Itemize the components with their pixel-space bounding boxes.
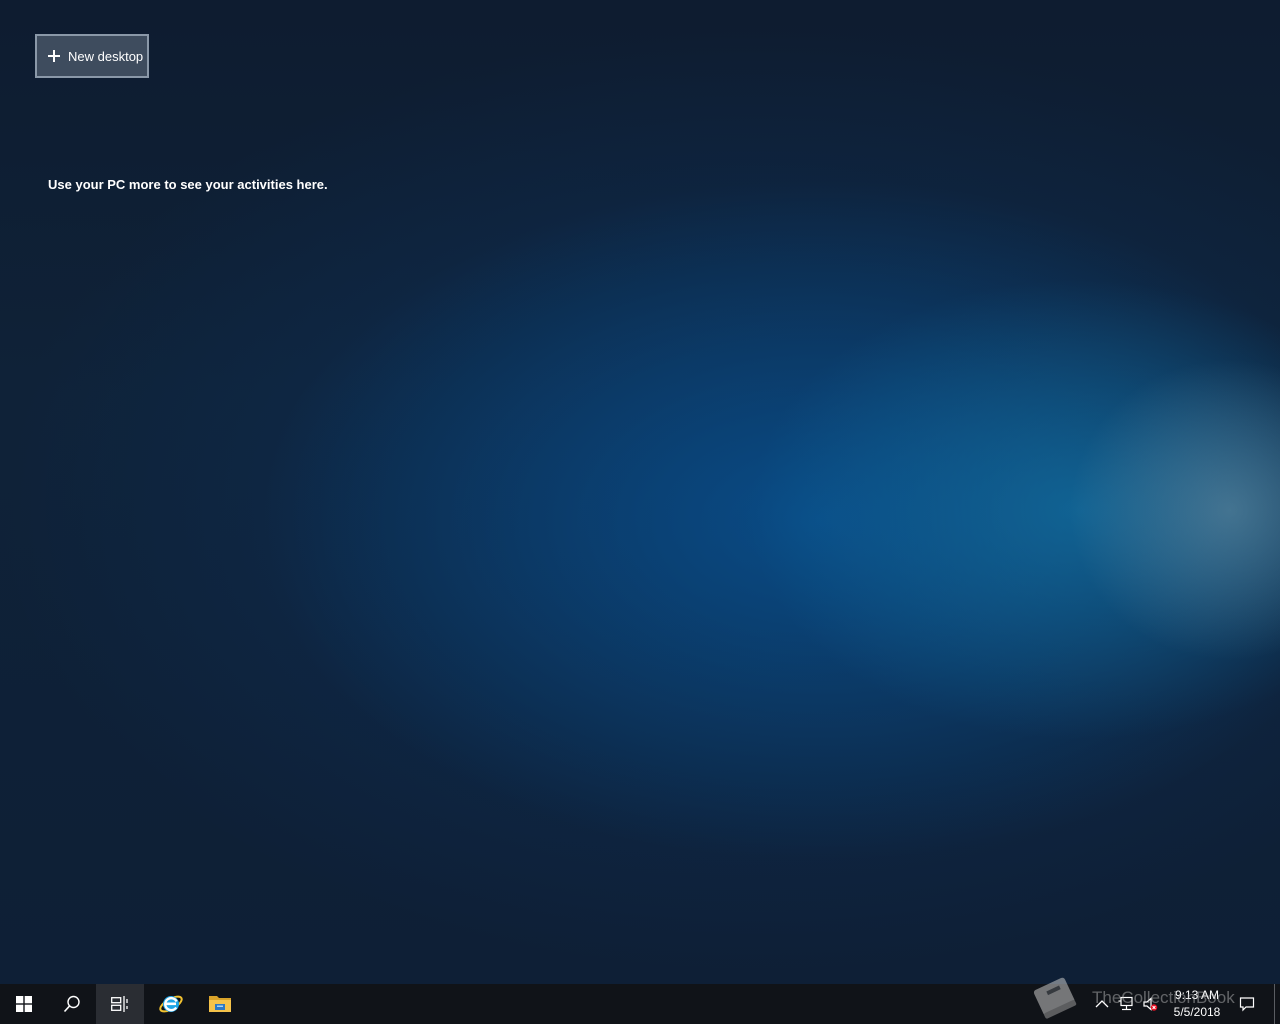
plus-icon <box>48 50 60 62</box>
new-desktop-button[interactable]: New desktop <box>35 34 149 78</box>
internet-explorer-icon <box>159 995 183 1013</box>
start-button[interactable] <box>0 984 48 1024</box>
taskbar-app-internet-explorer[interactable] <box>147 984 195 1024</box>
search-button[interactable] <box>48 984 96 1024</box>
wallpaper <box>0 0 1280 984</box>
taskbar: 9:13 AM 5/5/2018 <box>0 984 1280 1024</box>
new-desktop-label: New desktop <box>68 48 144 64</box>
activities-empty-message: Use your PC more to see your activities … <box>48 177 328 192</box>
watermark-text: TheCollectionBook <box>1092 988 1235 1007</box>
file-explorer-icon <box>209 996 231 1012</box>
desktop-timeline-view: New desktop Use your PC more to see your… <box>0 0 1280 984</box>
task-view-button[interactable] <box>96 984 144 1024</box>
taskbar-app-file-explorer[interactable] <box>196 984 244 1024</box>
task-view-icon <box>111 996 128 1012</box>
book-icon <box>1033 977 1077 1019</box>
action-center-icon[interactable] <box>1239 996 1255 1012</box>
search-icon <box>63 995 80 1013</box>
show-desktop-button[interactable] <box>1274 984 1275 1024</box>
windows-start-icon <box>16 996 32 1012</box>
